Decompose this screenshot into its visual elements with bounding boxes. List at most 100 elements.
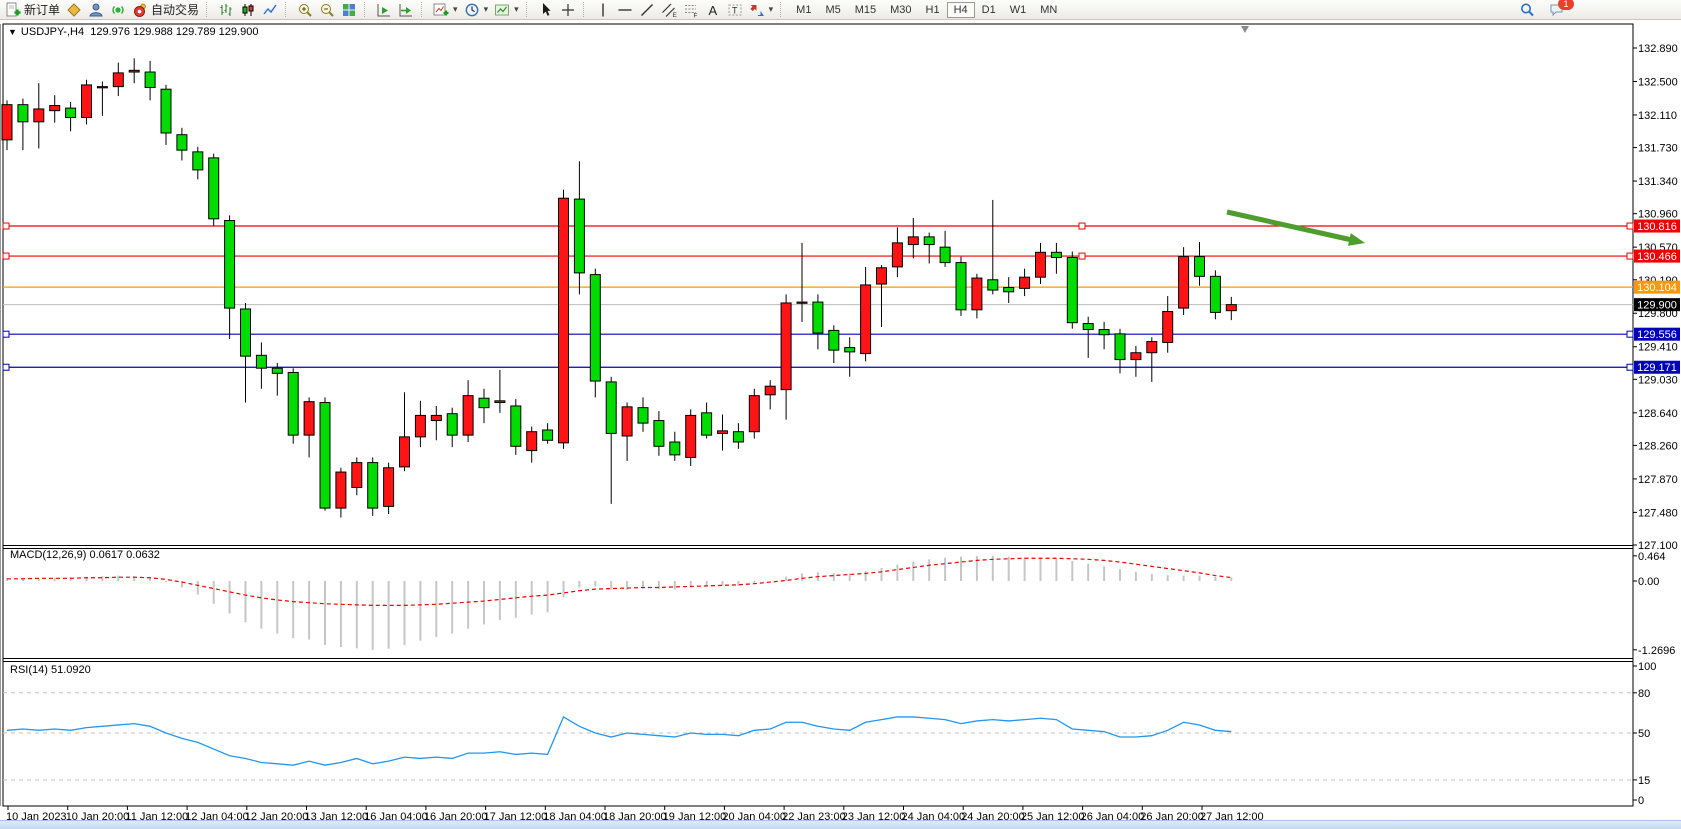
timeframe-d1[interactable]: D1: [975, 2, 1003, 18]
templates-button[interactable]: ▾: [491, 1, 522, 19]
search-icon: [1519, 2, 1535, 18]
svg-text:128.640: 128.640: [1638, 408, 1678, 420]
timeframe-w1[interactable]: W1: [1003, 2, 1034, 18]
chart-ohlc-values: 129.976 129.988 129.789 129.900: [90, 26, 258, 38]
svg-text:11 Jan 12:00: 11 Jan 12:00: [125, 811, 188, 820]
toolbar-separator: [421, 2, 426, 17]
svg-text:130.104: 130.104: [1637, 282, 1677, 294]
auto-scroll-icon: [376, 2, 392, 18]
svg-text:129.030: 129.030: [1638, 374, 1678, 386]
timeframe-h1[interactable]: H1: [919, 2, 947, 18]
svg-text:0.00: 0.00: [1638, 576, 1659, 588]
equidistant-channel-button[interactable]: E: [658, 1, 680, 19]
timeframe-m15[interactable]: M15: [848, 2, 883, 18]
candlestick-chart-button[interactable]: [237, 1, 259, 19]
search-button[interactable]: [1516, 1, 1538, 19]
timeframe-mn[interactable]: MN: [1033, 2, 1064, 18]
notifications-button[interactable]: 1: [1546, 1, 1568, 19]
zoom-out-button[interactable]: [316, 1, 338, 19]
svg-text:129.900: 129.900: [1637, 300, 1677, 312]
line-chart-icon: [262, 2, 278, 18]
chart-dropdown-icon[interactable]: ▼: [8, 27, 17, 37]
timeframe-h4[interactable]: H4: [947, 2, 975, 18]
indicators-icon: [433, 2, 449, 18]
svg-text:22 Jan 23:00: 22 Jan 23:00: [782, 811, 846, 820]
time-axis: 10 Jan 202310 Jan 20:0011 Jan 12:0012 Ja…: [6, 806, 1264, 820]
svg-text:18 Jan 04:00: 18 Jan 04:00: [543, 811, 607, 820]
vertical-line-button[interactable]: [592, 1, 614, 19]
svg-text:19 Jan 12:00: 19 Jan 12:00: [663, 811, 727, 820]
toolbar-separator: [364, 2, 369, 17]
svg-text:0: 0: [1638, 795, 1644, 807]
toolbar-separator: [285, 2, 290, 17]
indicators-button[interactable]: ▾: [430, 1, 461, 19]
chart-canvas[interactable]: 132.890132.500132.110131.730131.340130.9…: [0, 22, 1681, 820]
price-axis: 132.890132.500132.110131.730131.340130.9…: [1633, 43, 1678, 552]
auto-trading-icon: [132, 2, 148, 18]
bar-chart-button[interactable]: [215, 1, 237, 19]
zoom-in-button[interactable]: [294, 1, 316, 19]
svg-text:80: 80: [1638, 688, 1650, 700]
toolbar-separator: [780, 2, 785, 17]
toolbar-separator: [583, 2, 588, 17]
svg-text:130.960: 130.960: [1638, 209, 1678, 221]
auto-trading-label: 自动交易: [151, 1, 199, 18]
text-button[interactable]: A: [702, 1, 724, 19]
text-label-button[interactable]: T: [724, 1, 746, 19]
svg-text:12 Jan 04:00: 12 Jan 04:00: [185, 811, 249, 820]
arrows-icon: [749, 2, 765, 18]
tile-windows-button[interactable]: [338, 1, 360, 19]
zoom-out-icon: [319, 2, 335, 18]
timeframe-m30[interactable]: M30: [883, 2, 918, 18]
timeframe-m5[interactable]: M5: [818, 2, 847, 18]
timeframe-m1[interactable]: M1: [789, 2, 818, 18]
fibonacci-button[interactable]: F: [680, 1, 702, 19]
periods-button[interactable]: ▾: [461, 1, 492, 19]
svg-text:13 Jan 12:00: 13 Jan 12:00: [305, 811, 369, 820]
arrows-button[interactable]: ▾: [746, 1, 777, 19]
horizontal-line-button[interactable]: [614, 1, 636, 19]
chevron-down-icon: ▾: [769, 4, 774, 15]
svg-text:128.260: 128.260: [1638, 440, 1678, 452]
trendline-button[interactable]: [636, 1, 658, 19]
svg-text:16 Jan 04:00: 16 Jan 04:00: [364, 811, 428, 820]
clock-icon: [464, 2, 480, 18]
svg-text:18 Jan 20:00: 18 Jan 20:00: [603, 811, 667, 820]
cursor-icon: [538, 2, 554, 18]
svg-text:24 Jan 20:00: 24 Jan 20:00: [961, 811, 1025, 820]
chevron-down-icon: ▾: [453, 4, 458, 15]
new-order-button[interactable]: 新订单: [2, 1, 63, 19]
svg-text:26 Jan 04:00: 26 Jan 04:00: [1081, 811, 1145, 820]
line-chart-button[interactable]: [259, 1, 281, 19]
svg-text:129.556: 129.556: [1637, 329, 1677, 341]
signals-button[interactable]: [107, 1, 129, 19]
channel-icon: E: [661, 2, 677, 18]
svg-text:23 Jan 12:00: 23 Jan 12:00: [842, 811, 906, 820]
chart-header[interactable]: ▼USDJPY-,H4 129.976 129.988 129.789 129.…: [8, 26, 258, 38]
toolbar: 新订单 自动交易 ▾ ▾: [0, 0, 1681, 20]
svg-text:130.466: 130.466: [1637, 251, 1677, 263]
svg-text:130.816: 130.816: [1637, 221, 1677, 233]
market-watch-button[interactable]: [63, 1, 85, 19]
svg-text:F: F: [693, 12, 697, 18]
svg-text:100: 100: [1638, 661, 1656, 673]
vertical-line-icon: [595, 2, 611, 18]
navigator-button[interactable]: [85, 1, 107, 19]
text-a-icon: A: [705, 2, 721, 18]
bar-chart-icon: [218, 2, 234, 18]
svg-text:10 Jan 2023: 10 Jan 2023: [6, 811, 67, 820]
chart-shift-button[interactable]: [395, 1, 417, 19]
auto-trading-button[interactable]: 自动交易: [129, 1, 202, 19]
zoom-in-icon: [297, 2, 313, 18]
svg-text:131.730: 131.730: [1638, 143, 1678, 155]
signal-icon: [110, 2, 126, 18]
toolbar-separator: [206, 2, 211, 17]
svg-text:132.110: 132.110: [1638, 110, 1677, 122]
auto-scroll-button[interactable]: [373, 1, 395, 19]
svg-text:E: E: [672, 12, 677, 18]
svg-text:10 Jan 20:00: 10 Jan 20:00: [66, 811, 130, 820]
svg-text:12 Jan 20:00: 12 Jan 20:00: [245, 811, 309, 820]
chevron-down-icon: ▾: [514, 4, 519, 15]
crosshair-button[interactable]: [557, 1, 579, 19]
cursor-button[interactable]: [535, 1, 557, 19]
